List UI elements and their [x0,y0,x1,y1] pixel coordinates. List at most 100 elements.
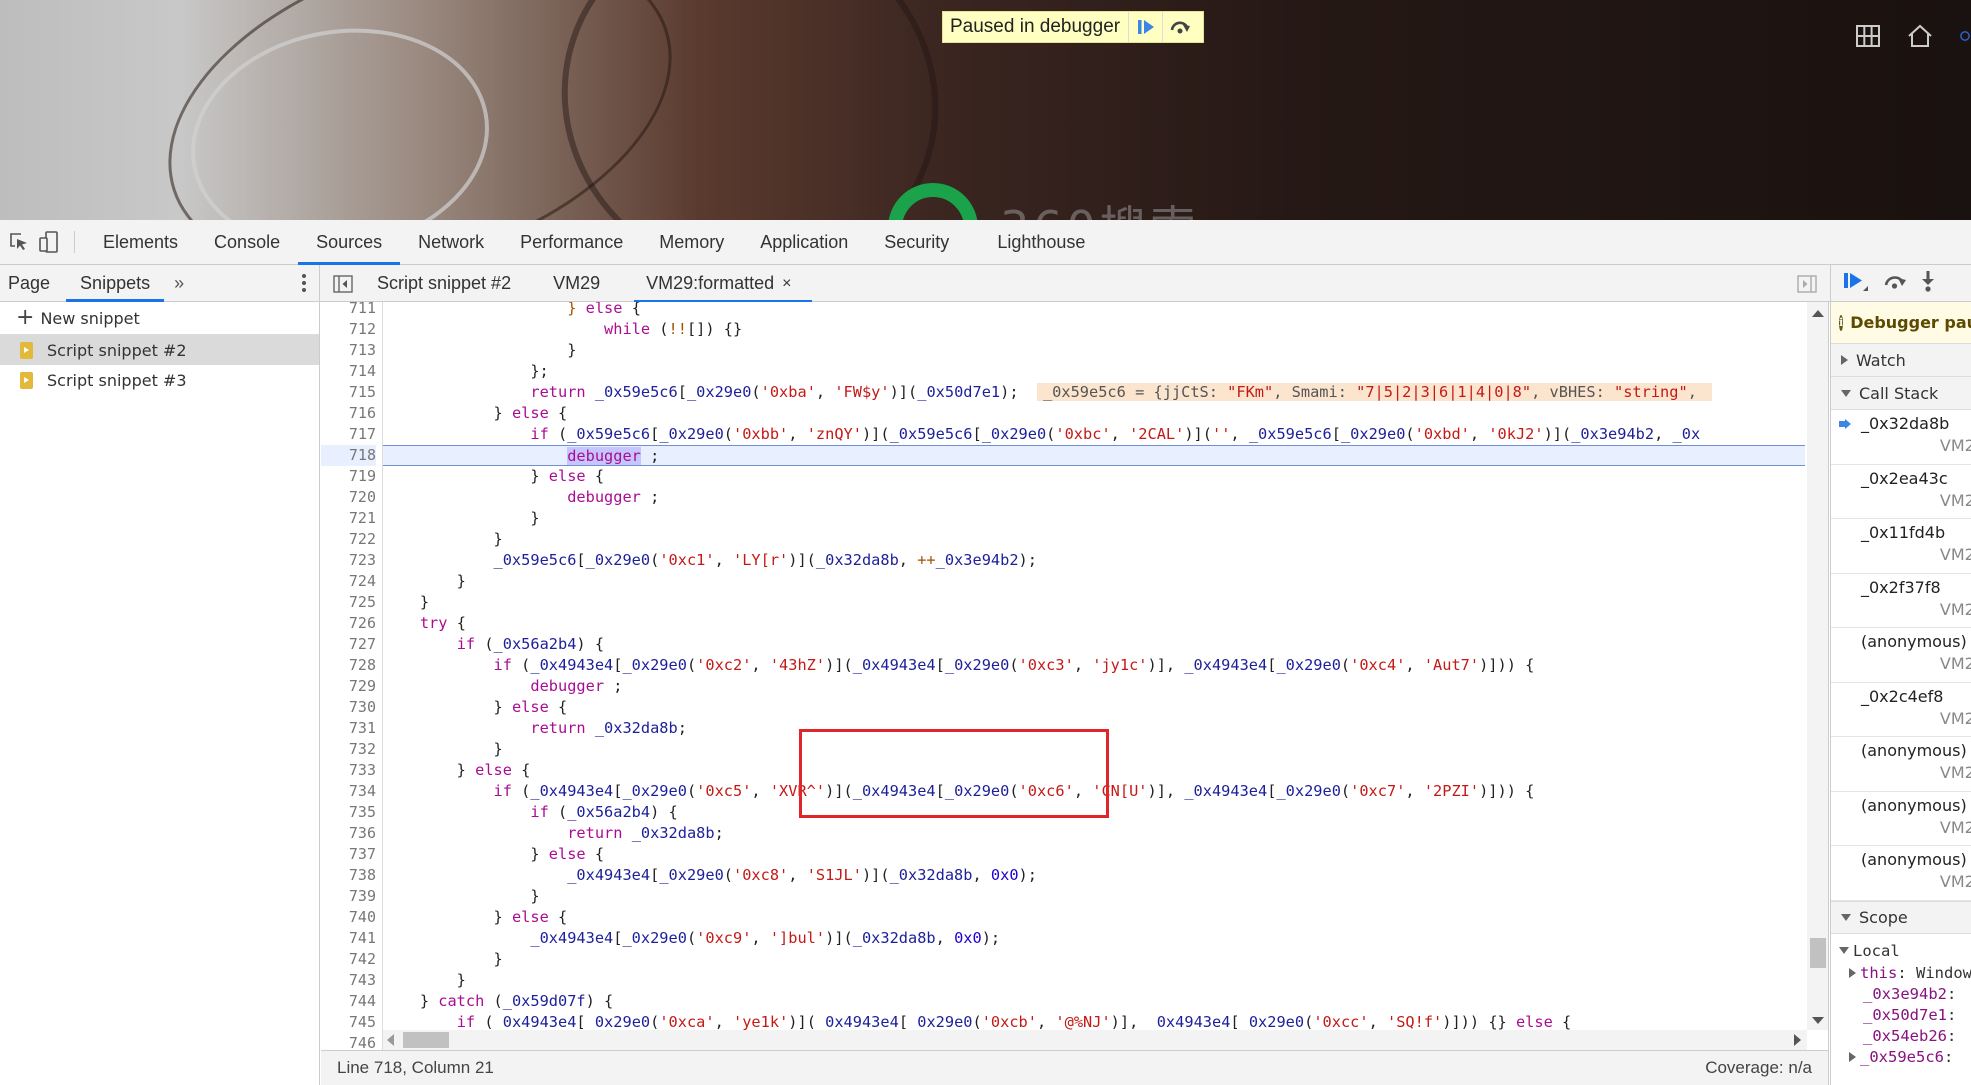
line-number[interactable]: 716 [321,403,376,424]
snippet-item[interactable]: Script snippet #3 [0,365,319,395]
code-line[interactable]: while (!![]) {} [383,319,1805,340]
line-number[interactable]: 733 [321,760,376,781]
line-number[interactable]: 746 [321,1033,376,1050]
call-stack-section-header[interactable]: Call Stack [1831,377,1971,410]
editor-tab-script-snippet-2[interactable]: Script snippet #2 [365,265,531,302]
line-number[interactable]: 743 [321,970,376,991]
step-over-button[interactable] [1883,272,1907,295]
code-line[interactable]: } [383,571,1805,592]
line-number[interactable]: 742 [321,949,376,970]
line-number[interactable]: 737 [321,844,376,865]
code-line[interactable]: } [383,739,1805,760]
code-line[interactable]: _0x4943e4[_0x29e0('0xc9', ']bul')](_0x32… [383,928,1805,949]
call-frame[interactable]: (anonymous) VM29 [1831,846,1971,901]
code-line[interactable]: } [383,592,1805,613]
line-number[interactable]: 724 [321,571,376,592]
device-toolbar-toggle[interactable] [34,220,64,264]
code-line[interactable]: if (_0x59e5c6[_0x29e0('0xbb', 'znQY')](_… [383,424,1805,445]
new-snippet-button[interactable]: + New snippet [0,302,319,335]
code-line[interactable]: } [383,340,1805,361]
line-number[interactable]: 714 [321,361,376,382]
navigator-tab-page[interactable]: Page [0,265,58,301]
code-line[interactable]: }; [383,361,1805,382]
step-into-button[interactable] [1921,270,1935,297]
line-number[interactable]: 744 [321,991,376,1012]
code-content[interactable]: } else { while (!![]) {} } }; return _0x… [383,302,1805,1050]
vertical-scrollbar-thumb[interactable] [1810,938,1826,968]
scope-section-header[interactable]: Scope [1831,900,1971,934]
horizontal-scrollbar-thumb[interactable] [403,1032,449,1048]
line-number[interactable]: 736 [321,823,376,844]
call-frame-location[interactable]: VM29 [1940,709,1971,728]
code-line[interactable]: } else { [383,466,1805,487]
toggle-debugger-sidebar-button[interactable] [1785,265,1829,302]
code-line[interactable]: return _0x32da8b; [383,718,1805,739]
editor-tab-vm29[interactable]: VM29 [531,265,634,302]
code-line[interactable]: } [383,970,1805,991]
editor-tab-vm29-formatted[interactable]: VM29:formatted × [634,265,812,303]
tab-security[interactable]: Security [866,220,979,264]
scope-variable[interactable]: _0x50d7e1: [1831,1005,1971,1026]
line-number[interactable]: 723 [321,550,376,571]
code-line-current[interactable]: debugger ; [383,445,1805,466]
tab-application[interactable]: Application [742,220,866,264]
navigator-tab-snippets[interactable]: Snippets [66,265,165,302]
code-line[interactable]: } catch (_0x59d07f) { [383,991,1805,1012]
tab-sources[interactable]: Sources [298,220,401,265]
line-number[interactable]: 718 [321,445,376,466]
code-line[interactable]: return _0x59e5c6[_0x29e0('0xba', 'FW$y')… [383,382,1805,403]
code-line[interactable]: if (_0x56a2b4) { [383,634,1805,655]
line-number[interactable]: 732 [321,739,376,760]
tab-elements[interactable]: Elements [85,220,196,264]
code-line[interactable]: } else { [383,760,1805,781]
code-line[interactable]: debugger ; [383,487,1805,508]
tab-console[interactable]: Console [196,220,298,264]
line-number[interactable]: 713 [321,340,376,361]
line-number[interactable]: 719 [321,466,376,487]
code-line[interactable]: } else { [383,302,1805,319]
grid-icon[interactable] [1855,24,1881,48]
call-frame[interactable]: _0x32da8b VM29 [1831,410,1971,465]
scroll-left-arrow-icon[interactable] [387,1034,394,1046]
line-number[interactable]: 717 [321,424,376,445]
tab-memory[interactable]: Memory [641,220,742,264]
line-number[interactable]: 729 [321,676,376,697]
code-line[interactable]: } else { [383,907,1805,928]
line-number[interactable]: 735 [321,802,376,823]
line-number[interactable]: 720 [321,487,376,508]
code-line[interactable]: } [383,886,1805,907]
code-line[interactable]: } else { [383,403,1805,424]
call-frame-location[interactable]: VM29 [1940,600,1971,619]
scope-variable[interactable]: _0x54eb26: [1831,1026,1971,1047]
call-frame[interactable]: (anonymous) VM29 [1831,792,1971,846]
line-number[interactable]: 740 [321,907,376,928]
code-line[interactable]: if (_0x4943e4[_0x29e0('0xc5', 'XVR^')](_… [383,781,1805,802]
line-number[interactable]: 711 [321,302,376,319]
tab-network[interactable]: Network [400,220,502,264]
tab-lighthouse[interactable]: Lighthouse [979,220,1103,264]
line-number[interactable]: 738 [321,865,376,886]
watch-section-header[interactable]: Watch [1831,344,1971,377]
call-frame-location[interactable]: VM29 [1940,491,1971,510]
snippet-item[interactable]: Script snippet #2 [0,335,319,365]
more-tabs-button[interactable]: » [164,265,194,301]
scope-variable[interactable]: _0x3e94b2: [1831,984,1971,1005]
code-line[interactable]: _0x4943e4[_0x29e0('0xc8', 'S1JL')](_0x32… [383,865,1805,886]
resume-button[interactable] [1843,270,1869,297]
scope-variable[interactable]: this: Window [1831,963,1971,984]
line-number[interactable]: 739 [321,886,376,907]
code-line[interactable]: return _0x32da8b; [383,823,1805,844]
code-line[interactable]: } [383,529,1805,550]
code-line[interactable]: } [383,949,1805,970]
code-line[interactable]: } else { [383,844,1805,865]
scope-variable[interactable]: _0x59e5c6: [1831,1047,1971,1068]
line-number[interactable]: 741 [321,928,376,949]
tab-performance[interactable]: Performance [502,220,641,264]
scope-local-header[interactable]: Local [1831,939,1971,963]
call-frame[interactable]: _0x2c4ef8 VM29 [1831,683,1971,737]
line-number[interactable]: 745 [321,1012,376,1033]
line-number[interactable]: 725 [321,592,376,613]
call-frame[interactable]: _0x2ea43c VM29 [1831,465,1971,519]
code-line[interactable]: try { [383,613,1805,634]
call-frame-location[interactable]: VM29 [1940,545,1971,564]
